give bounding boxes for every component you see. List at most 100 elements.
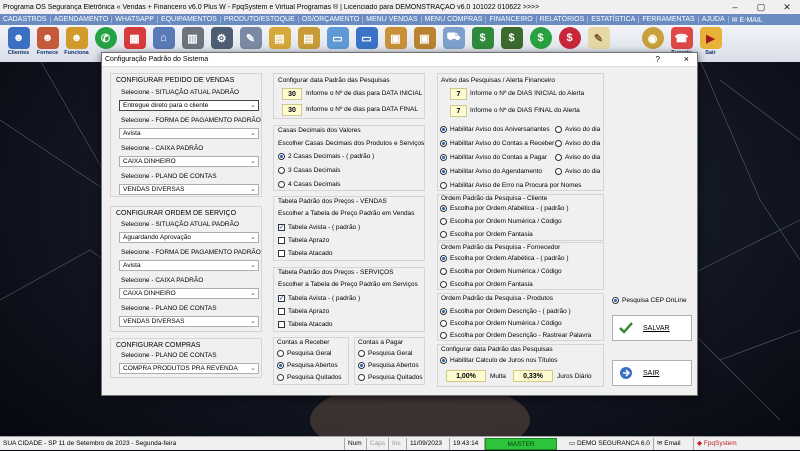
compras-plano-select[interactable]: COMPRA PRODUTOS PRA REVENDA ⌄ (119, 363, 259, 374)
toolbar-funciona-button[interactable]: ☻ Funciona (62, 25, 91, 60)
menu-estatistica[interactable]: ESTATÍSTICA (588, 16, 640, 23)
aviso-dia-3-radio[interactable]: Aviso do dia (555, 154, 600, 161)
salvar-button[interactable]: SALVAR (612, 315, 692, 341)
cep-online-radio[interactable]: Pesquisa CEP OnLine (612, 297, 687, 304)
toolbar-clientes-button[interactable]: ☻ Clientes (4, 25, 33, 60)
os-caixa-select[interactable]: CAIXA DINHEIRO ⌄ (119, 288, 259, 299)
casas-decimais-sub: Escolher Casas Decimais dos Produtos e S… (278, 140, 425, 147)
toolbar-fornece-button[interactable]: ☻ Fornece (33, 25, 62, 60)
pedido-situacao-select[interactable]: Entregue direto para o cliente ⌄ (119, 100, 259, 111)
whatsapp-icon: ✆ (94, 27, 117, 49)
os-pagamento-select[interactable]: Avista ⌄ (119, 260, 259, 271)
pedido-caixa-select[interactable]: CAIXA DINHEIRO ⌄ (119, 156, 259, 167)
status-email[interactable]: ✉ Email (654, 437, 694, 450)
status-caps: Caps (367, 437, 389, 450)
sair-button[interactable]: SAIR (612, 360, 692, 386)
servicos-atacado-checkbox[interactable]: Tabela Atacado (278, 321, 332, 328)
os-caixa-label: Selecione - CAIXA PADRÃO (121, 277, 204, 284)
aviso-erro-radio[interactable]: Habilitar Aviso de Erro na Procura por N… (440, 182, 581, 189)
casas-3-radio[interactable]: 3 Casas Decimais (278, 167, 340, 174)
juros-diario-field[interactable]: 0,33% (513, 370, 553, 382)
aviso-dia-4-radio[interactable]: Aviso do dia (555, 168, 600, 175)
minimize-icon[interactable]: – (722, 0, 748, 14)
cliente-fantasia-radio[interactable]: Escolha por Ordem Fantasia (440, 231, 533, 238)
pedido-situacao-label: Selecione - SITUAÇÃO ATUAL PADRÃO (121, 89, 239, 96)
os-plano-select[interactable]: VENDAS DIVERSAS ⌄ (119, 316, 259, 327)
casas-2-radio[interactable]: 2 Casas Decimais - ( padrão ) (278, 153, 374, 160)
menu-whatsapp[interactable]: WHATSAPP (112, 16, 159, 23)
fornecedor-fantasia-radio[interactable]: Escolha por Ordem Fantasia (440, 281, 533, 288)
vendas-aprazo-checkbox[interactable]: Tabela Aprazo (278, 237, 329, 244)
ordem-cliente-group: Ordem Padrão da Pesquisa - Cliente Escol… (437, 194, 604, 241)
fornecedor-alfabetica-radio[interactable]: Escolha por Ordem Afabética - ( padrão ) (440, 255, 569, 262)
help-icon[interactable]: ? (656, 55, 660, 64)
vendas-atacado-checkbox[interactable]: Tabela Atacado (278, 250, 332, 257)
equipment-icon: ⚙ (210, 27, 233, 49)
multa-field[interactable]: 1,00% (446, 370, 486, 382)
cliente-alfabetica-radio[interactable]: Escolha por Ordem Afabética - ( padrão ) (440, 205, 569, 212)
chevron-down-icon: ⌄ (250, 158, 256, 165)
alerta-inicial-field[interactable]: 7 (450, 88, 467, 100)
os-plano-label: Selecione - PLANO DE CONTAS (121, 305, 217, 312)
compras-plano-label: Selecione - PLANO DE CONTAS (121, 352, 217, 359)
produtos-descricao-radio[interactable]: Escolha por Ordem Descrição - ( padrão ) (440, 308, 571, 315)
menu-financeiro[interactable]: FINANCEIRO (486, 16, 537, 23)
notes-icon: ✎ (587, 27, 610, 49)
menu-equipamentos[interactable]: EQUIPAMENTOS (158, 16, 221, 23)
pedido-plano-select[interactable]: VENDAS DIVERSAS ⌄ (119, 184, 259, 195)
produtos-rastrear-radio[interactable]: Escolha por Ordem Descrição - Rastrear P… (440, 332, 591, 339)
menu-produto-estoque[interactable]: PRODUTO/ESTOQUE (221, 16, 299, 23)
maximize-icon[interactable]: ▢ (748, 0, 774, 14)
close-icon[interactable]: × (684, 54, 689, 64)
dias-inicial-field[interactable]: 30 (282, 88, 302, 100)
aviso-alerta-title: Aviso das Pesquisas / Alerta Financeiro (441, 77, 556, 84)
coin-icon: ◉ (641, 27, 664, 49)
dias-final-label: Informe o Nº de dias para DATA FINAL (306, 106, 418, 113)
preco-vendas-group: Tabela Padrão dos Preços - VENDAS Escolh… (273, 196, 425, 261)
contas-receber-title: Contas a Receber (277, 339, 330, 346)
menu-relatorios[interactable]: RELATÓRIOS (537, 16, 589, 23)
aviso-receber-radio[interactable]: Habilitar Aviso do Contas a Receber (440, 140, 554, 147)
dias-final-field[interactable]: 30 (282, 104, 302, 116)
fornecedor-numerica-radio[interactable]: Escolha por Ordem Numérica / Código (440, 268, 562, 275)
cliente-numerica-radio[interactable]: Escolha por Ordem Numérica / Código (440, 218, 562, 225)
vendas-avista-checkbox[interactable]: ✓ Tabela Avista - ( padrão ) (278, 224, 360, 231)
pagar-geral-radio[interactable]: Pesquisa Geral (358, 350, 412, 357)
preco-vendas-title: Tabela Padrão dos Preços - VENDAS (278, 198, 387, 205)
juros-habilitar-radio[interactable]: Habilitar Calculo de Juros nos Títulos (440, 357, 558, 364)
menu-vendas[interactable]: MENU VENDAS (363, 16, 422, 23)
ordem-servico-group: CONFIGURAR ORDEM DE SERVIÇO Selecione - … (110, 206, 262, 332)
menu-ajuda[interactable]: AJUDA (699, 16, 729, 23)
alerta-final-field[interactable]: 7 (450, 105, 467, 117)
os-situacao-select[interactable]: Aguardando Aprovação ⌄ (119, 232, 259, 243)
menu-cadastros[interactable]: CADASTROS (0, 16, 51, 23)
chevron-down-icon: ⌄ (250, 262, 256, 269)
pedido-vendas-title: CONFIGURAR PEDIDO DE VENDAS (116, 77, 235, 84)
casas-4-radio[interactable]: 4 Casas Decimais (278, 181, 340, 188)
preco-servicos-group: Tabela Padrão dos Preços - SERVIÇOS Esco… (273, 267, 425, 332)
pagar-abertos-radio[interactable]: Pesquisa Abertos (358, 362, 419, 369)
aviso-dia-2-radio[interactable]: Aviso do dia (555, 140, 600, 147)
aviso-agendamento-radio[interactable]: Habilitar Aviso do Agendamento (440, 168, 542, 175)
receber-geral-radio[interactable]: Pesquisa Geral (277, 350, 331, 357)
receber-abertos-radio[interactable]: Pesquisa Abertos (277, 362, 338, 369)
menu-agendamento[interactable]: AGENDAMENTO (51, 16, 113, 23)
produtos-numerica-radio[interactable]: Escolha por Ordem Numérica / Código (440, 320, 562, 327)
aviso-pagar-radio[interactable]: Habilitar Aviso do Contas a Pagar (440, 154, 547, 161)
menu-email[interactable]: ✉ E-MAIL (729, 16, 766, 24)
os-pagamento-label: Selecione - FORMA DE PAGAMENTO PADRÃO (121, 249, 261, 256)
exit-arrow-icon (620, 367, 632, 379)
menu-ferramentas[interactable]: FERRAMENTAS (639, 16, 699, 23)
aviso-aniversariantes-radio[interactable]: Habilitar Aviso dos Aniversariantes (440, 126, 550, 133)
aviso-dia-1-radio[interactable]: Aviso do dia (555, 126, 600, 133)
receber-quitados-radio[interactable]: Pesquisa Quitados (277, 374, 342, 381)
pedido-pagamento-select[interactable]: Avista ⌄ (119, 128, 259, 139)
close-window-icon[interactable]: ✕ (774, 0, 800, 14)
toolbar-sair-button[interactable]: ▶ Sair (696, 25, 725, 60)
pagar-quitados-radio[interactable]: Pesquisa Quitados (358, 374, 423, 381)
servicos-aprazo-checkbox[interactable]: Tabela Aprazo (278, 308, 329, 315)
menu-os-orcamento[interactable]: OS/ORÇAMENTO (299, 16, 364, 23)
os-situacao-label: Selecione - SITUAÇÃO ATUAL PADRÃO (121, 221, 239, 228)
menu-compras[interactable]: MENU COMPRAS (422, 16, 487, 23)
servicos-avista-checkbox[interactable]: ✓ Tabela Avista - ( padrão ) (278, 295, 360, 302)
